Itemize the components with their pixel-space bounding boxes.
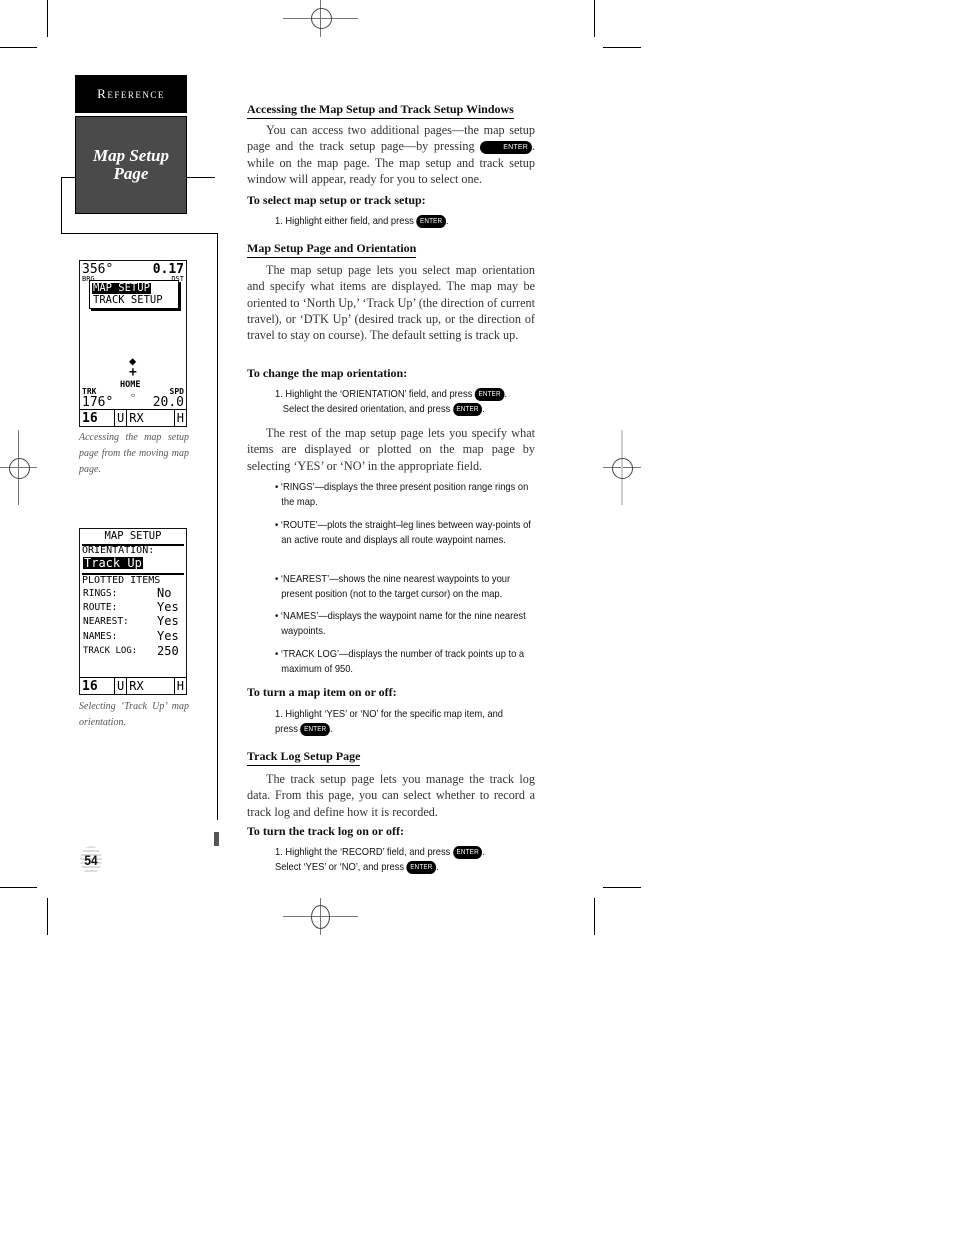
procedure-step: 1. Highlight either field, and press ENT…	[275, 215, 449, 228]
status-bar: 16 U RX H	[80, 677, 186, 694]
bullet-item: • ‘ROUTE’—plots the straight–leg lines b…	[275, 520, 531, 546]
section-tab-label: Reference	[97, 86, 165, 101]
status-h: H	[176, 411, 184, 425]
paragraph: You can access two additional pages—the …	[247, 122, 535, 187]
item-label-nearest: NEAREST:	[83, 616, 129, 627]
crop-mark	[47, 898, 48, 935]
item-value-rings[interactable]: No	[157, 587, 171, 599]
status-bar: 16 U RX H	[80, 409, 186, 426]
bullet-item: • ‘NAMES’—displays the waypoint name for…	[275, 611, 526, 637]
paragraph: The map setup page lets you select map o…	[247, 263, 535, 343]
section-heading: Accessing the Map Setup and Track Setup …	[247, 102, 514, 119]
screen-title: MAP SETUP	[104, 530, 162, 542]
section-heading: Track Log Setup Page	[247, 749, 361, 766]
satellite-count: 16	[80, 410, 115, 426]
speed-value: 20.0	[152, 395, 184, 410]
plotted-items-label: PLOTTED ITEMS	[82, 575, 161, 586]
menu-item-track-setup[interactable]: TRACK SETUP	[93, 295, 163, 306]
sidebar-rule	[217, 233, 218, 820]
sidebar-rule	[187, 177, 215, 178]
procedure-step: 1. Highlight the ‘RECORD’ field, and pre…	[275, 846, 486, 874]
item-value-track-log[interactable]: 250	[157, 645, 179, 657]
procedure-step: 1. Highlight ‘YES’ or ‘NO’ for the speci…	[275, 709, 503, 736]
step-text: 1. Highlight either field, and press	[275, 216, 414, 227]
crop-mark	[47, 0, 48, 37]
item-label-track-log: TRACK LOG:	[83, 646, 138, 656]
waypoint-icon: ▫	[131, 391, 136, 399]
figure-caption: Accessing the map setup page from the mo…	[79, 432, 189, 475]
thumb-tab-marker	[214, 832, 219, 846]
crop-mark	[0, 887, 37, 888]
waypoint-label: HOME	[120, 380, 141, 390]
bullet-item: • ‘NEAREST’—shows the nine nearest waypo…	[275, 574, 511, 600]
procedure-step: 1. Highlight the ‘ORIENTATION’ field, an…	[275, 388, 507, 416]
page-number: 54	[79, 846, 103, 874]
orientation-field[interactable]: Track Up	[83, 557, 143, 569]
crop-mark	[603, 47, 641, 48]
item-label-route: ROUTE:	[83, 602, 118, 613]
enter-key-icon: ENTER	[452, 403, 483, 416]
procedure-heading: To turn the track log on or off:	[247, 824, 404, 838]
section-heading: Map Setup Page and Orientation	[247, 241, 417, 258]
item-label-names: NAMES:	[83, 631, 118, 642]
sidebar-rule	[61, 177, 75, 178]
map-setup-screen: MAP SETUP ORIENTATION: Track Up PLOTTED …	[79, 528, 187, 695]
step-text: 1. Highlight the ‘ORIENTATION’ field, an…	[275, 389, 473, 400]
crosshair-icon: +	[129, 365, 137, 380]
status-h: H	[176, 679, 184, 693]
bullet-item: • ‘RINGS’—displays the three present pos…	[275, 482, 529, 508]
page-title: Map Setup Page	[92, 146, 170, 183]
status-u: U	[115, 678, 128, 694]
item-value-nearest[interactable]: Yes	[157, 615, 179, 627]
enter-key-icon: ENTER	[416, 215, 446, 228]
menu-item-map-setup[interactable]: MAP SETUP	[92, 283, 151, 294]
paragraph: The track setup page lets you manage the…	[247, 772, 535, 819]
item-label-rings: RINGS:	[83, 588, 118, 599]
enter-key-icon: ENTER	[474, 388, 505, 401]
step-text: Select the desired orientation, and pres…	[282, 404, 451, 415]
item-value-route[interactable]: Yes	[157, 601, 179, 613]
status-rx: RX	[127, 410, 175, 426]
crop-mark	[603, 887, 641, 888]
status-rx: RX	[127, 678, 175, 694]
figure-caption: Selecting ‘Track Up’ map orientation.	[79, 701, 189, 728]
setup-menu-popup: MAP SETUP TRACK SETUP	[89, 280, 179, 309]
status-u: U	[115, 410, 128, 426]
section-tab: Reference	[75, 75, 187, 113]
enter-key-icon: ENTER	[452, 846, 483, 859]
crop-mark	[594, 898, 595, 935]
enter-key-icon: ENTER	[300, 723, 330, 736]
procedure-heading: To select map setup or track setup:	[247, 193, 426, 207]
crop-mark	[594, 0, 595, 37]
orientation-label: ORIENTATION:	[82, 545, 155, 556]
moving-map-screen: 356° 0.17 BRG DST MAP SETUP TRACK SETUP …	[79, 260, 187, 427]
procedure-heading: To change the map orientation:	[247, 366, 408, 380]
crop-mark	[0, 47, 37, 48]
sidebar-rule	[61, 233, 218, 234]
step-text: 1. Highlight the ‘RECORD’ field, and pre…	[275, 847, 451, 858]
satellite-count: 16	[80, 678, 115, 694]
enter-key-icon: ENTER	[406, 861, 437, 874]
track-value: 176°	[82, 395, 114, 410]
procedure-heading: To turn a map item on or off:	[247, 685, 397, 699]
item-value-names[interactable]: Yes	[157, 630, 179, 642]
sidebar-rule	[61, 177, 62, 233]
enter-key-icon: ENTER	[480, 141, 532, 155]
page-title-box: Map Setup Page	[75, 116, 187, 214]
paragraph: The rest of the map setup page lets you …	[247, 426, 535, 473]
bullet-item: • ‘TRACK LOG’—displays the number of tra…	[275, 649, 525, 675]
